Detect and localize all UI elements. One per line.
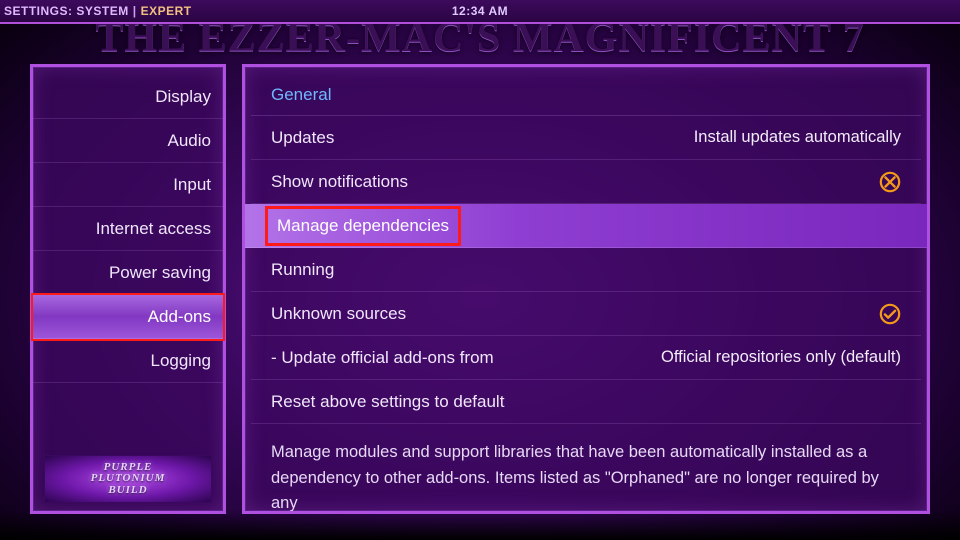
breadcrumb-sep: |	[133, 4, 137, 18]
sidebar-item-display[interactable]: Display	[33, 75, 223, 119]
setting-manage-dependencies[interactable]: Manage dependencies	[245, 204, 927, 248]
setting-label: Updates	[271, 128, 334, 148]
setting-label: - Update official add-ons from	[271, 348, 494, 368]
build-logo: PURPLE PLUTONIUM BUILD	[44, 455, 212, 503]
sidebar-item-label: Audio	[168, 131, 211, 151]
setting-description: Manage modules and support libraries tha…	[251, 430, 921, 511]
sidebar-item-label: Internet access	[96, 219, 211, 239]
setting-value: Official repositories only (default)	[661, 348, 901, 367]
setting-value: Install updates automatically	[694, 128, 901, 147]
toggle-off-icon[interactable]	[879, 171, 901, 193]
bottom-vignette	[0, 510, 960, 540]
setting-unknown-sources[interactable]: Unknown sources	[251, 292, 921, 336]
sidebar-item-label: Power saving	[109, 263, 211, 283]
top-bar: SETTINGS: SYSTEM | EXPERT 12:34 AM	[0, 0, 960, 24]
sidebar-item-power-saving[interactable]: Power saving	[33, 251, 223, 295]
sidebar-item-input[interactable]: Input	[33, 163, 223, 207]
logo-line: BUILD	[108, 485, 147, 497]
setting-label: Unknown sources	[271, 304, 406, 324]
breadcrumb-root: SETTINGS:	[4, 4, 73, 18]
breadcrumb-section: SYSTEM	[76, 4, 128, 18]
setting-label: Reset above settings to default	[271, 392, 504, 412]
sidebar-item-audio[interactable]: Audio	[33, 119, 223, 163]
sidebar-item-logging[interactable]: Logging	[33, 339, 223, 383]
sidebar-item-label: Input	[173, 175, 211, 195]
sidebar-item-label: Display	[155, 87, 211, 107]
toggle-on-icon[interactable]	[879, 303, 901, 325]
section-heading-general: General	[251, 77, 921, 116]
sidebar-item-internet-access[interactable]: Internet access	[33, 207, 223, 251]
setting-running[interactable]: Running	[251, 248, 921, 292]
setting-label: Manage dependencies	[277, 216, 449, 235]
sidebar-item-label: Add-ons	[148, 307, 211, 327]
setting-show-notifications[interactable]: Show notifications	[251, 160, 921, 204]
settings-level[interactable]: EXPERT	[141, 4, 192, 18]
setting-reset-defaults[interactable]: Reset above settings to default	[251, 380, 921, 424]
sidebar-item-label: Logging	[150, 351, 211, 371]
setting-update-official-addons-from[interactable]: - Update official add-ons from Official …	[251, 336, 921, 380]
sidebar-item-add-ons[interactable]: Add-ons	[33, 295, 223, 339]
clock: 12:34 AM	[452, 4, 508, 18]
setting-label: Running	[271, 260, 334, 280]
setting-label: Show notifications	[271, 172, 408, 192]
settings-panel: General Updates Install updates automati…	[242, 64, 930, 514]
setting-updates[interactable]: Updates Install updates automatically	[251, 116, 921, 160]
sidebar: Display Audio Input Internet access Powe…	[30, 64, 226, 514]
